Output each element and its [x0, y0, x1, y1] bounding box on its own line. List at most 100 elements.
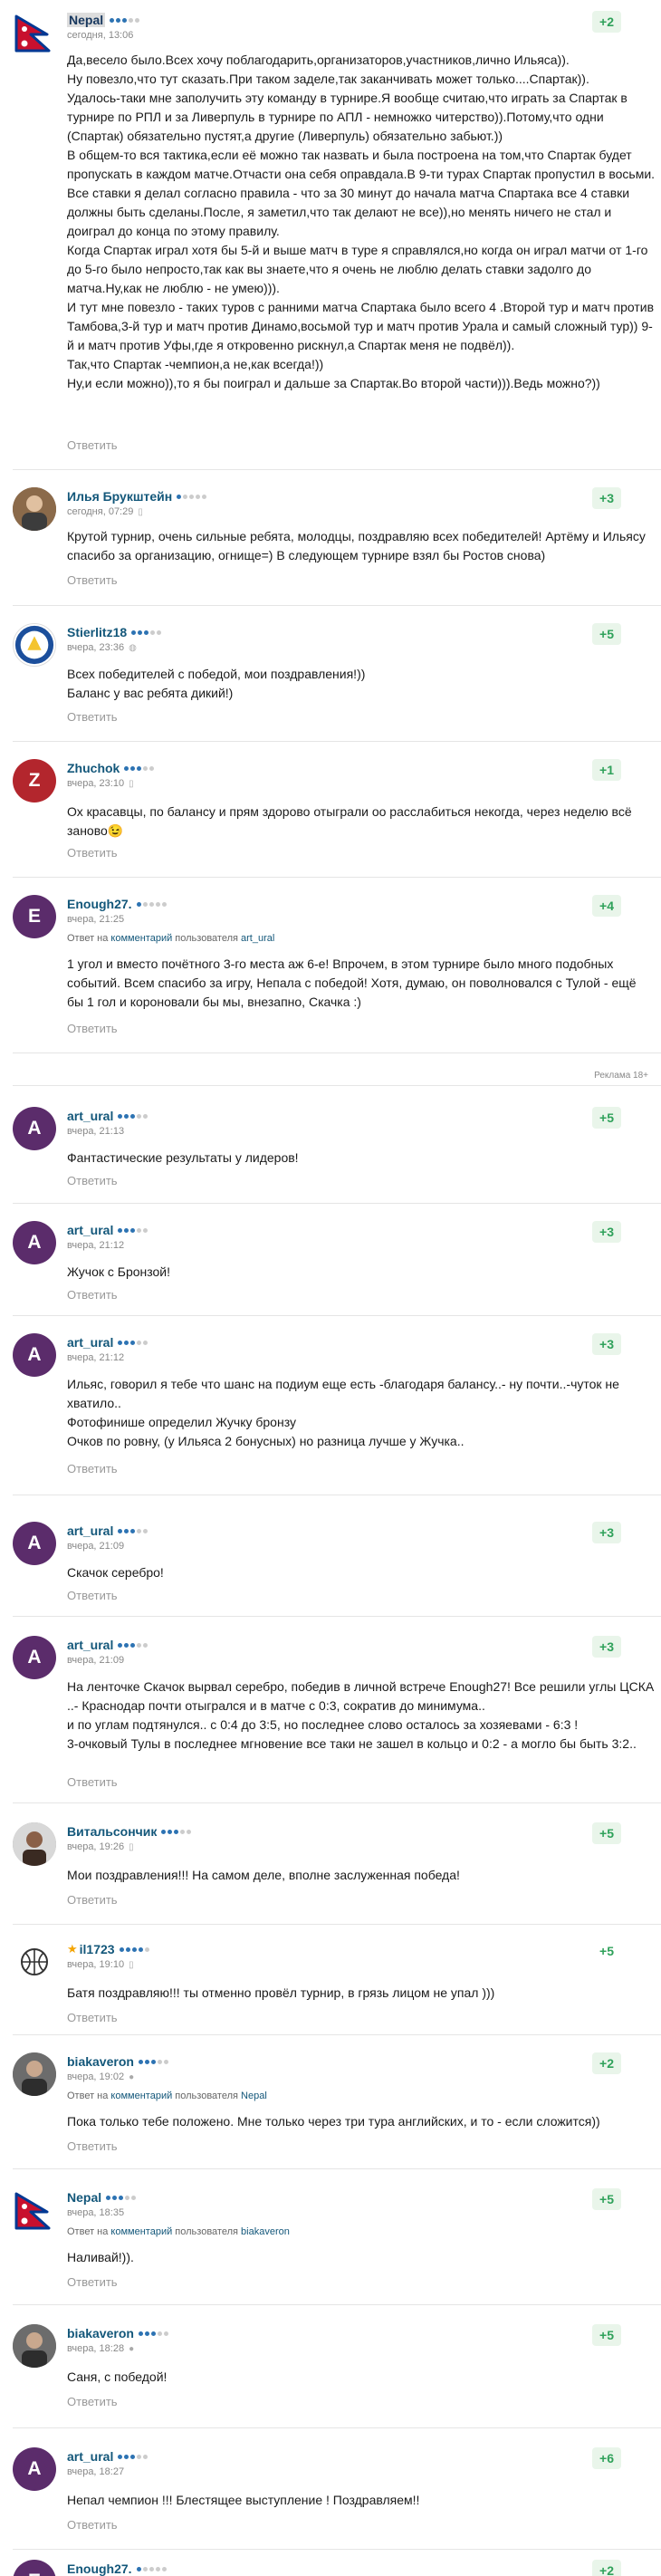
score-badge[interactable]: +2	[592, 2052, 621, 2074]
device-icon: ▯	[129, 778, 134, 789]
score-badge[interactable]: +3	[592, 1636, 621, 1658]
reply-link[interactable]: Ответить	[67, 2139, 118, 2153]
score-badge[interactable]: +5	[592, 623, 621, 645]
reply-link[interactable]: Ответить	[67, 1775, 118, 1789]
reply-info: Ответ на комментарий пользователя biakav…	[67, 2226, 290, 2237]
score-badge[interactable]: +5	[592, 1822, 621, 1844]
score-badge[interactable]: +5	[592, 2324, 621, 2346]
timestamp: вчера, 19:26 ▯	[67, 1841, 134, 1852]
author-name[interactable]: biakaveron	[67, 2054, 134, 2069]
author-name[interactable]: Nepal	[67, 2190, 101, 2205]
author-name[interactable]: Enough27.	[67, 897, 132, 911]
reply-user-link[interactable]: Nepal	[241, 2091, 267, 2101]
reply-user-link[interactable]: art_ural	[241, 933, 274, 944]
author-name[interactable]: Илья Брукштейн	[67, 489, 172, 504]
timestamp: сегодня, 07:29 ▯	[67, 506, 143, 517]
reply-info: Ответ на комментарий пользователя art_ur…	[67, 933, 275, 944]
score-badge[interactable]: +2	[592, 11, 621, 33]
comment: A art_ural вчера, 21:09 +3 На ленточке С…	[0, 1636, 661, 1790]
avatar[interactable]	[13, 623, 56, 667]
avatar[interactable]	[13, 2052, 56, 2096]
reply-link[interactable]: Ответить	[67, 1893, 118, 1907]
comment-text: Саня, с победой!	[67, 2369, 168, 2384]
reply-comment-link[interactable]: комментарий	[110, 2091, 172, 2101]
score-badge[interactable]: +3	[592, 1522, 621, 1543]
reply-link[interactable]: Ответить	[67, 1462, 118, 1475]
timestamp: вчера, 23:10 ▯	[67, 778, 134, 789]
reply-link[interactable]: Ответить	[67, 2011, 118, 2024]
comment-text: Ох красавцы, по балансу и прям здорово о…	[67, 804, 636, 838]
timestamp: вчера, 19:02 ●	[67, 2071, 135, 2082]
comment-text: Скачок серебро!	[67, 1565, 164, 1580]
score-badge[interactable]: +6	[592, 2447, 621, 2469]
score-badge[interactable]: +3	[592, 1221, 621, 1243]
rating-dots	[124, 765, 155, 771]
score-badge[interactable]: +5	[592, 1107, 621, 1129]
reply-link[interactable]: Ответить	[67, 1589, 118, 1602]
score-badge[interactable]: +2	[592, 2560, 621, 2576]
avatar[interactable]: A	[13, 1522, 56, 1565]
divider	[13, 741, 661, 742]
avatar[interactable]: A	[13, 2447, 56, 2491]
reply-user-link[interactable]: biakaveron	[241, 2226, 290, 2237]
author-name[interactable]: art_ural	[67, 1523, 113, 1538]
reply-link[interactable]: Ответить	[67, 1174, 118, 1187]
author-name[interactable]: Витальсончик	[67, 1824, 157, 1839]
avatar[interactable]	[13, 11, 56, 54]
avatar[interactable]: A	[13, 1333, 56, 1377]
avatar[interactable]	[13, 1940, 56, 1984]
author-name[interactable]: Enough27.	[67, 2562, 132, 2576]
rating-dots	[177, 494, 207, 499]
reply-link[interactable]: Ответить	[67, 2395, 118, 2408]
reply-link[interactable]: Ответить	[67, 573, 118, 587]
score-badge[interactable]: +5	[592, 2188, 621, 2210]
author-name[interactable]: il1723	[80, 1942, 115, 1956]
avatar[interactable]: A	[13, 1107, 56, 1150]
comment-text: Да,весело было.Всех хочу поблагодарить,о…	[67, 53, 656, 390]
star-icon: ★	[67, 1942, 78, 1956]
score-badge[interactable]: +3	[592, 1333, 621, 1355]
score-badge[interactable]: +5	[592, 1940, 621, 1962]
rating-dots	[138, 2059, 168, 2064]
author-name[interactable]: art_ural	[67, 1335, 113, 1350]
author-name[interactable]: art_ural	[67, 2449, 113, 2464]
score-badge[interactable]: +4	[592, 895, 621, 917]
device-icon: ▯	[138, 506, 143, 517]
score-badge[interactable]: +1	[592, 759, 621, 781]
comment: Z Zhuchok вчера, 23:10 ▯ +1 Ох красавцы, …	[0, 759, 661, 864]
user-photo-icon	[13, 487, 56, 531]
reply-link[interactable]: Ответить	[67, 1022, 118, 1035]
avatar[interactable]	[13, 487, 56, 531]
user-photo-icon	[13, 2324, 56, 2368]
author-name[interactable]: Nepal	[67, 13, 106, 27]
avatar[interactable]	[13, 2324, 56, 2368]
author-name[interactable]: biakaveron	[67, 2326, 134, 2341]
reply-link[interactable]: Ответить	[67, 438, 118, 452]
author-name[interactable]: Stierlitz18	[67, 625, 127, 639]
divider	[13, 1616, 661, 1617]
timestamp: вчера, 21:09	[67, 1655, 125, 1666]
author-name[interactable]: art_ural	[67, 1109, 113, 1123]
reply-link[interactable]: Ответить	[67, 710, 118, 724]
score-badge[interactable]: +3	[592, 487, 621, 509]
author-name[interactable]: art_ural	[67, 1223, 113, 1237]
author-name[interactable]: Zhuchok	[67, 761, 120, 775]
comment: Nepal сегодня, 13:06 +2 Да,весело было.В…	[0, 11, 661, 460]
avatar[interactable]: E	[13, 895, 56, 938]
comment-text: Батя поздравляю!!! ты отменно провёл тур…	[67, 1985, 495, 2000]
reply-link[interactable]: Ответить	[67, 2275, 118, 2289]
comment: ★ il1723 вчера, 19:10 ▯ +5 Батя поздравляю…	[0, 1940, 661, 2031]
reply-comment-link[interactable]: комментарий	[110, 2226, 172, 2237]
reply-link[interactable]: Ответить	[67, 846, 118, 860]
avatar[interactable]	[13, 1822, 56, 1866]
reply-comment-link[interactable]: комментарий	[110, 933, 172, 944]
reply-link[interactable]: Ответить	[67, 1288, 118, 1302]
author-name[interactable]: art_ural	[67, 1638, 113, 1652]
divider	[13, 2549, 661, 2550]
avatar[interactable]: A	[13, 1221, 56, 1264]
reply-link[interactable]: Ответить	[67, 2518, 118, 2532]
avatar[interactable]	[13, 2188, 56, 2232]
avatar[interactable]: A	[13, 1636, 56, 1679]
avatar[interactable]: E	[13, 2560, 56, 2576]
avatar[interactable]: Z	[13, 759, 56, 803]
